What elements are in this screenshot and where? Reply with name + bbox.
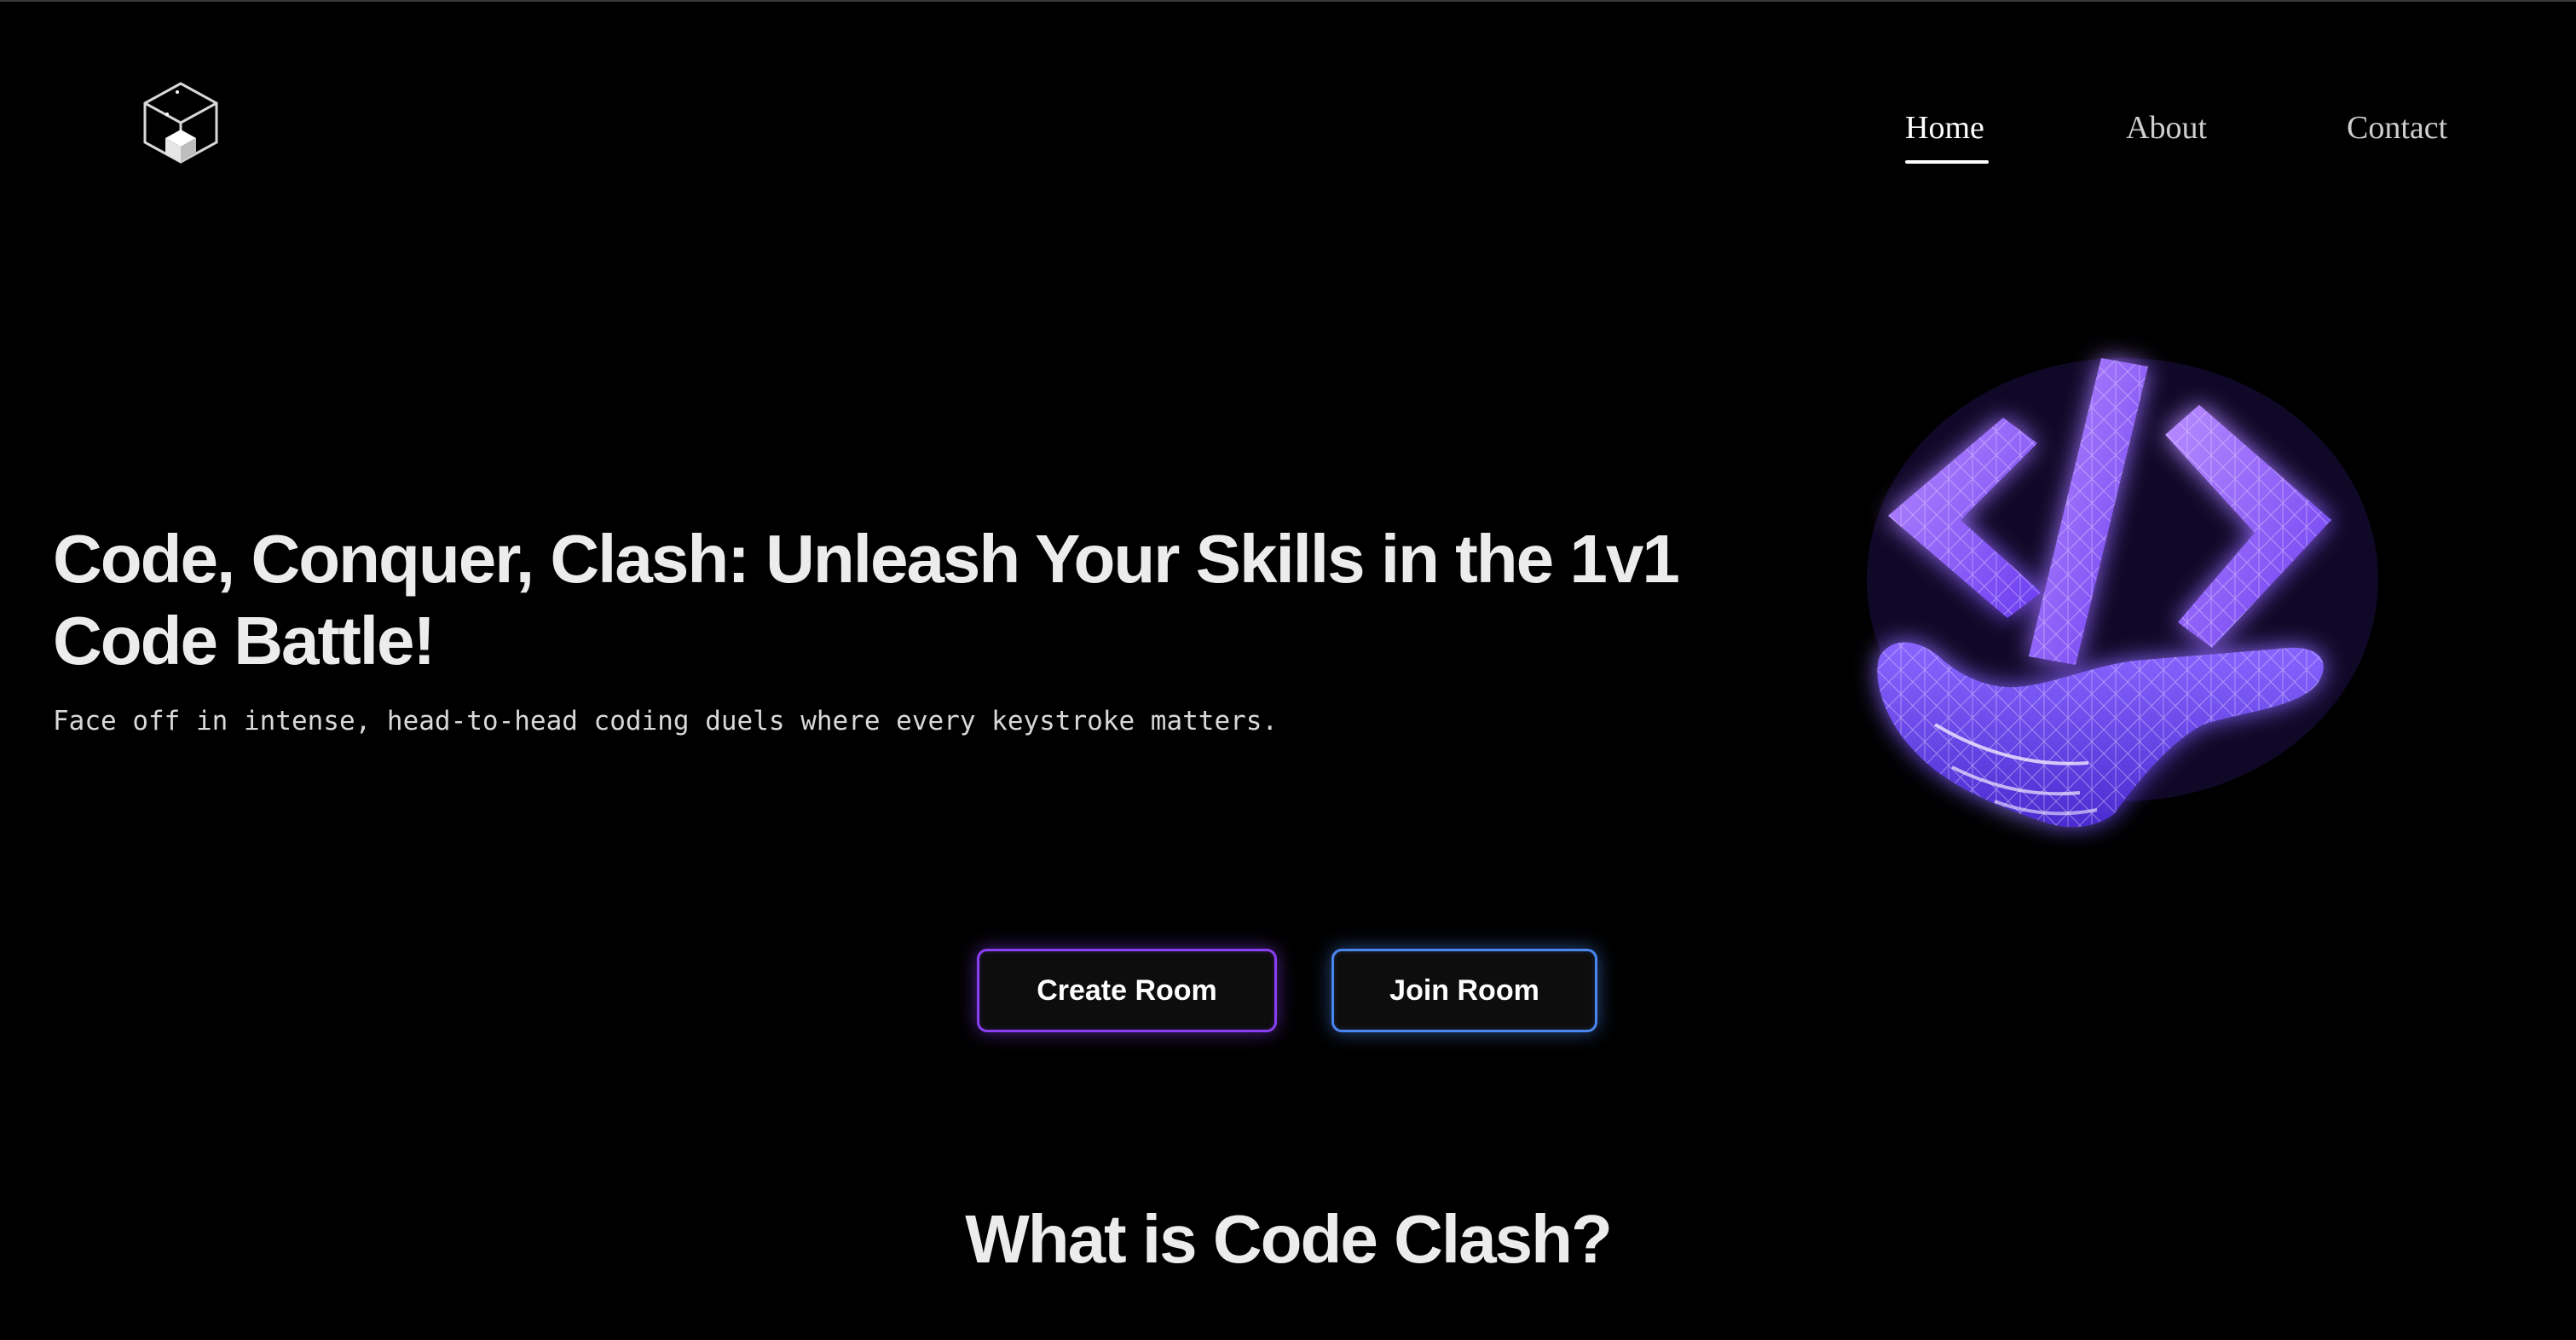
nav-contact-link[interactable]: Contact (2347, 104, 2447, 152)
main-nav: Home About Contact (0, 104, 2576, 172)
active-nav-indicator (1905, 160, 1989, 164)
hand-holding-code-brackets-icon (1867, 358, 2378, 828)
hero-subtitle: Face off in intense, head-to-head coding… (53, 706, 1279, 736)
what-is-section-heading: What is Code Clash? (965, 1201, 1613, 1277)
nav-about-link[interactable]: About (2126, 104, 2207, 152)
window-top-border (0, 0, 2576, 2)
create-room-button[interactable]: Create Room (977, 949, 1277, 1032)
nav-home-link[interactable]: Home (1905, 104, 1984, 152)
hero-title: Code, Conquer, Clash: Unleash Your Skill… (53, 521, 1680, 679)
join-room-button[interactable]: Join Room (1331, 949, 1597, 1032)
